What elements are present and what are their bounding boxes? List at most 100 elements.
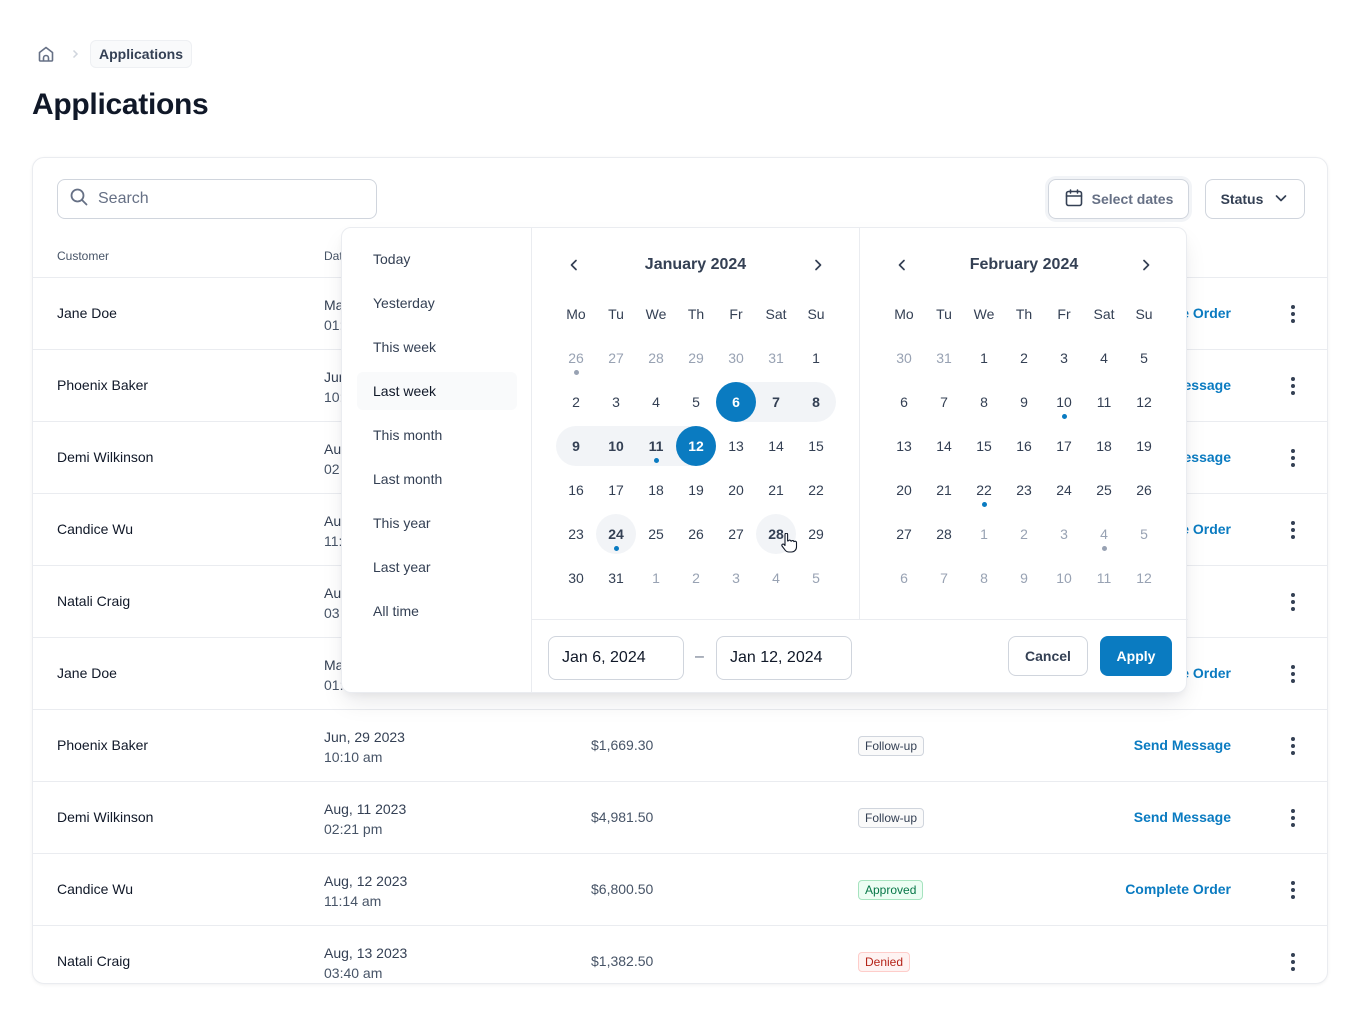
start-date-input[interactable]: Jan 6, 2024 [548,636,684,680]
home-icon[interactable] [32,40,60,68]
preset-item[interactable]: This month [357,416,517,454]
calendar-day[interactable]: 3 [1044,338,1084,378]
calendar-day[interactable]: 8 [964,558,1004,598]
calendar-day[interactable]: 13 [716,426,756,466]
calendar-day[interactable]: 13 [884,426,924,466]
row-action-link[interactable]: e Order [1181,305,1231,321]
calendar-day[interactable]: 4 [636,382,676,422]
calendar-day[interactable]: 31 [596,558,636,598]
calendar-day[interactable]: 2 [1004,338,1044,378]
table-row[interactable]: Phoenix Baker Jun, 29 2023 10:10 am $1,669.… [33,710,1327,782]
calendar-day[interactable]: 3 [596,382,636,422]
row-action-link[interactable]: e Order [1181,665,1231,681]
calendar-day[interactable]: 18 [636,470,676,510]
calendar-day[interactable]: 21 [756,470,796,510]
calendar-day[interactable]: 7 [924,558,964,598]
calendar-day[interactable]: 20 [716,470,756,510]
row-action-link[interactable]: essage [1184,449,1231,465]
calendar-day[interactable]: 5 [1124,338,1164,378]
calendar-day[interactable]: 6 [884,382,924,422]
calendar-day[interactable]: 31 [924,338,964,378]
calendar-day[interactable]: 27 [596,338,636,378]
calendar-day[interactable]: 23 [1004,470,1044,510]
column-header-date[interactable]: Dat [324,249,343,263]
calendar-day[interactable]: 25 [1084,470,1124,510]
calendar-day[interactable]: 1 [964,514,1004,554]
more-vertical-icon[interactable] [1283,590,1303,614]
more-vertical-icon[interactable] [1283,878,1303,902]
calendar-day[interactable]: 20 [884,470,924,510]
calendar-day[interactable]: 17 [1044,426,1084,466]
preset-item[interactable]: Yesterday [357,284,517,322]
calendar-day[interactable]: 6 [884,558,924,598]
calendar-day[interactable]: 12 [1124,382,1164,422]
calendar-day[interactable]: 9 [556,426,596,466]
calendar-day[interactable]: 14 [756,426,796,466]
next-month-button[interactable] [806,253,830,277]
calendar-day[interactable]: 26 [676,514,716,554]
calendar-day[interactable]: 9 [1004,558,1044,598]
calendar-day[interactable]: 17 [596,470,636,510]
calendar-day[interactable]: 29 [796,514,836,554]
row-action-link[interactable]: e Order [1181,521,1231,537]
calendar-day[interactable]: 3 [716,558,756,598]
calendar-day[interactable]: 30 [556,558,596,598]
column-header-customer[interactable]: Customer [57,249,109,263]
table-row[interactable]: Candice Wu Aug, 12 2023 11:14 am $6,800.50 A… [33,854,1327,926]
calendar-day[interactable]: 21 [924,470,964,510]
row-action-link[interactable]: Complete Order [1125,881,1231,897]
calendar-day[interactable]: 26 [1124,470,1164,510]
calendar-day[interactable]: 19 [676,470,716,510]
calendar-day[interactable]: 12 [676,426,716,466]
calendar-day[interactable]: 1 [964,338,1004,378]
calendar-day[interactable]: 22 [796,470,836,510]
select-dates-button[interactable]: Select dates [1048,179,1189,219]
calendar-day[interactable]: 27 [716,514,756,554]
more-vertical-icon[interactable] [1283,950,1303,974]
calendar-day[interactable]: 23 [556,514,596,554]
calendar-day[interactable]: 29 [676,338,716,378]
calendar-day[interactable]: 14 [924,426,964,466]
preset-item[interactable]: This week [357,328,517,366]
calendar-day[interactable]: 15 [796,426,836,466]
more-vertical-icon[interactable] [1283,374,1303,398]
more-vertical-icon[interactable] [1283,446,1303,470]
calendar-day[interactable]: 25 [636,514,676,554]
calendar-day[interactable]: 28 [636,338,676,378]
status-filter-button[interactable]: Status [1205,179,1305,219]
preset-item[interactable]: All time [357,592,517,630]
calendar-day[interactable]: 11 [1084,558,1124,598]
calendar-day[interactable]: 5 [796,558,836,598]
calendar-day[interactable]: 12 [1124,558,1164,598]
calendar-day[interactable]: 10 [596,426,636,466]
calendar-day[interactable]: 3 [1044,514,1084,554]
calendar-day[interactable]: 8 [796,382,836,422]
calendar-day[interactable]: 31 [756,338,796,378]
breadcrumb-current[interactable]: Applications [90,40,193,68]
calendar-day[interactable]: 16 [556,470,596,510]
calendar-day[interactable]: 7 [756,382,796,422]
calendar-day[interactable]: 6 [716,382,756,422]
row-action-link[interactable]: Send Message [1134,737,1231,753]
table-row[interactable]: Demi Wilkinson Aug, 11 2023 02:21 pm $4,981… [33,782,1327,854]
calendar-day[interactable]: 11 [1084,382,1124,422]
calendar-day[interactable]: 10 [1044,558,1084,598]
more-vertical-icon[interactable] [1283,302,1303,326]
calendar-day[interactable]: 24 [1044,470,1084,510]
calendar-day[interactable]: 27 [884,514,924,554]
search-input[interactable]: Search [57,179,377,219]
calendar-day[interactable]: 16 [1004,426,1044,466]
table-row[interactable]: Natali Craig Aug, 13 2023 03:40 am $1,382.5… [33,926,1327,983]
next-month-button[interactable] [1134,253,1158,277]
apply-button[interactable]: Apply [1100,636,1172,676]
calendar-day[interactable]: 2 [1004,514,1044,554]
cancel-button[interactable]: Cancel [1008,636,1088,676]
calendar-day[interactable]: 4 [1084,338,1124,378]
calendar-day[interactable]: 5 [676,382,716,422]
calendar-day[interactable]: 2 [676,558,716,598]
more-vertical-icon[interactable] [1283,806,1303,830]
preset-item[interactable]: This year [357,504,517,542]
calendar-day[interactable]: 7 [924,382,964,422]
calendar-day[interactable]: 30 [884,338,924,378]
preset-item[interactable]: Today [357,240,517,278]
